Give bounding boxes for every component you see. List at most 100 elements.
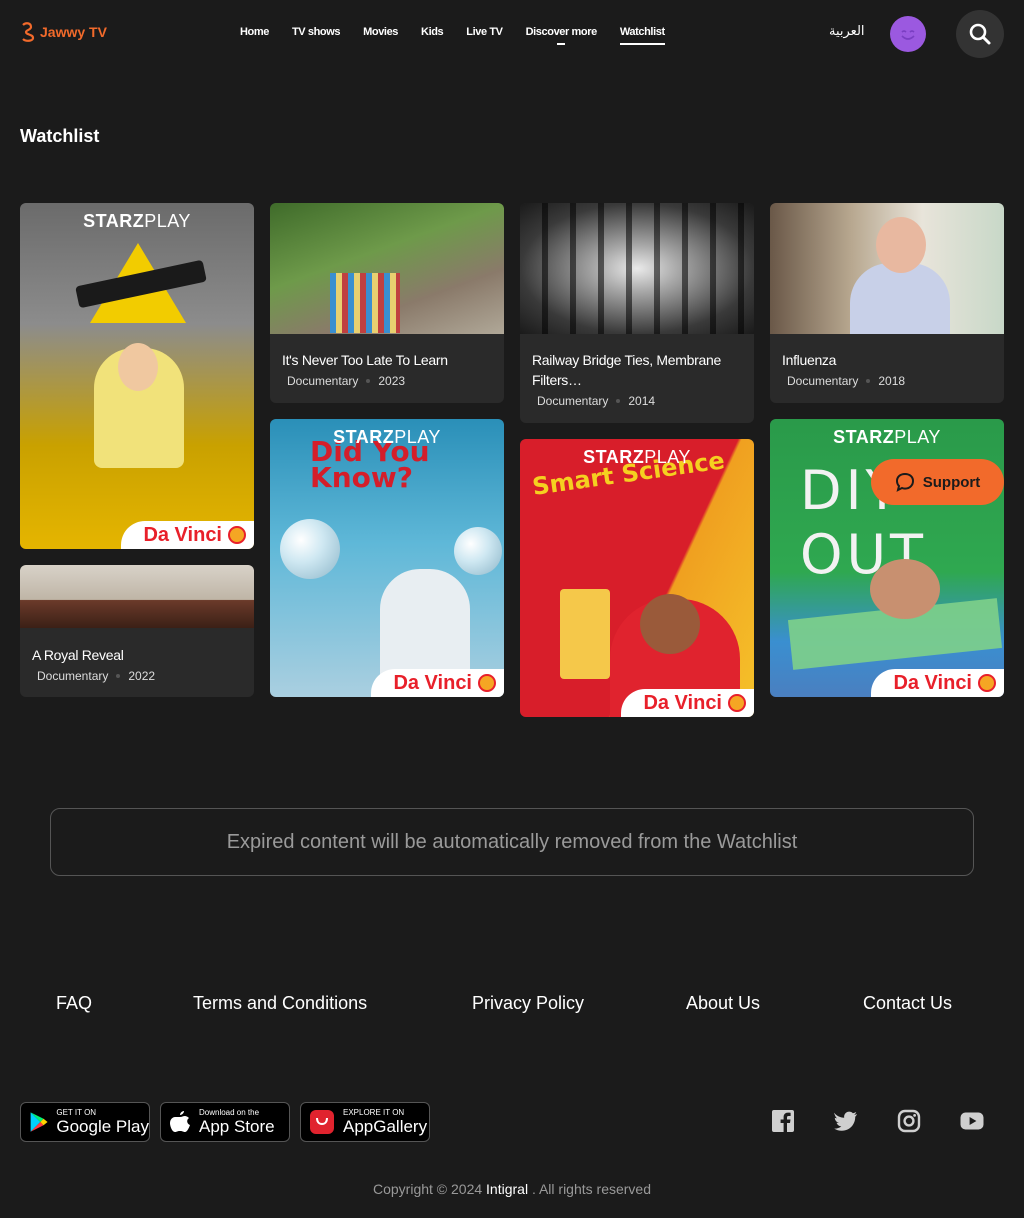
card-meta: Documentary 2014 [532, 394, 742, 408]
huawei-appgallery-icon [310, 1110, 334, 1134]
brand-play: PLAY [894, 427, 941, 447]
footer-link-contact[interactable]: Contact Us [863, 993, 952, 1014]
thumbnail-image [520, 203, 754, 334]
footer-link-terms[interactable]: Terms and Conditions [193, 993, 367, 1014]
watchlist-card-poster[interactable]: Smart Science STARZPLAY Da Vinci [520, 439, 754, 717]
watchlist-card[interactable]: Influenza Documentary 2018 [770, 203, 1004, 403]
poster-title: Did You Know? [310, 435, 430, 494]
poster-image: Did You Know? [270, 419, 504, 697]
support-button[interactable]: Support [871, 459, 1004, 505]
store-small-text: Download on the [199, 1108, 260, 1117]
app-gallery-text: EXPLORE IT ON AppGallery [343, 1108, 427, 1136]
badge-label: Da Vinci [143, 523, 222, 546]
card-genre: Documentary [787, 374, 859, 388]
smile-icon [901, 30, 915, 40]
app-store-text: Download on the App Store [199, 1108, 275, 1136]
watchlist-card[interactable]: It's Never Too Late To Learn Documentary… [270, 203, 504, 403]
copyright-prefix: Copyright © 2024 [372, 1181, 483, 1197]
thumbnail-image [770, 203, 1004, 334]
store-big-text: Google Play [56, 1117, 149, 1136]
meta-separator [366, 379, 371, 383]
watchlist-card[interactable]: Railway Bridge Ties, Membrane Filters… D… [520, 203, 754, 423]
davinci-badge: Da Vinci [871, 669, 1004, 697]
shell-icon [478, 674, 496, 692]
badge-label: Da Vinci [393, 671, 472, 694]
nav-movies[interactable]: Movies [363, 26, 398, 44]
watchlist-card-poster[interactable]: Did You Know? STARZPLAY Da Vinci [270, 419, 504, 697]
twitter-icon[interactable] [834, 1109, 858, 1133]
google-play-badge[interactable]: GET IT ON Google Play [20, 1102, 150, 1142]
shell-icon [228, 526, 246, 544]
card-info: A Royal Reveal Documentary 2022 [32, 645, 242, 683]
copyright-brand[interactable]: Intigral [486, 1181, 528, 1197]
card-year: 2014 [628, 394, 656, 408]
davinci-badge: Da Vinci [121, 521, 254, 549]
starzplay-logo: STARZPLAY [770, 427, 1004, 448]
card-meta: Documentary 2023 [282, 374, 492, 388]
davinci-badge: Da Vinci [621, 689, 754, 717]
chat-bubble-icon [895, 472, 914, 492]
copyright-suffix: . All rights reserved [531, 1181, 652, 1197]
footer-link-faq[interactable]: FAQ [56, 993, 92, 1014]
starzplay-logo: STARZPLAY [20, 211, 254, 232]
watchlist-card[interactable]: A Royal Reveal Documentary 2022 [20, 565, 254, 697]
card-title: A Royal Reveal [32, 647, 124, 663]
meta-separator [116, 674, 121, 678]
badge-label: Da Vinci [893, 671, 972, 694]
starzplay-logo: STARZPLAY [270, 427, 504, 448]
youtube-icon[interactable] [960, 1109, 984, 1133]
card-genre: Documentary [287, 374, 359, 388]
poster-image: Smart Science [520, 439, 754, 717]
watchlist-card-poster[interactable]: STARZPLAY Da Vinci [20, 203, 254, 549]
badge-label: Da Vinci [643, 691, 722, 714]
jawwy-logo-icon [22, 22, 35, 42]
brand-starz: STARZ [333, 427, 395, 447]
facebook-icon[interactable] [771, 1109, 795, 1133]
footer-link-privacy[interactable]: Privacy Policy [472, 993, 584, 1014]
thumbnail-image [20, 565, 254, 628]
card-year: 2023 [378, 374, 406, 388]
footer-link-about[interactable]: About Us [686, 993, 760, 1014]
logo-text: Jawwy TV [40, 24, 107, 40]
thumbnail-image [270, 203, 504, 334]
apple-icon [170, 1111, 190, 1132]
app-gallery-badge[interactable]: EXPLORE IT ON AppGallery [300, 1102, 430, 1142]
shell-icon [978, 674, 996, 692]
nav-kids[interactable]: Kids [421, 26, 444, 44]
search-button[interactable] [956, 10, 1004, 58]
footer-links: FAQ Terms and Conditions Privacy Policy … [56, 993, 956, 1017]
jawwy-logo[interactable]: Jawwy TV [20, 22, 107, 42]
app-store-badge[interactable]: Download on the App Store [160, 1102, 290, 1142]
copyright: Copyright © 2024 Intigral . All rights r… [0, 1181, 1024, 1197]
main-nav: Home TV shows Movies Kids Live TV Discov… [240, 26, 688, 45]
meta-separator [866, 379, 871, 383]
brand-starz: STARZ [83, 211, 145, 231]
meta-separator [616, 399, 621, 403]
google-play-icon [30, 1112, 48, 1132]
davinci-badge: Da Vinci [371, 669, 504, 697]
store-big-text: App Store [199, 1117, 275, 1136]
google-play-text: GET IT ON Google Play [56, 1108, 149, 1136]
card-meta: Documentary 2022 [32, 669, 242, 683]
brand-starz: STARZ [833, 427, 895, 447]
expired-notice: Expired content will be automatically re… [50, 808, 974, 876]
nav-discover-more[interactable]: Discover more [526, 26, 597, 45]
profile-avatar[interactable] [890, 16, 926, 52]
card-year: 2022 [128, 669, 156, 683]
card-info: Railway Bridge Ties, Membrane Filters… D… [532, 350, 742, 408]
language-switch[interactable]: العربية [829, 24, 865, 39]
nav-live-tv[interactable]: Live TV [466, 26, 503, 44]
brand-play: PLAY [394, 427, 441, 447]
nav-tv-shows[interactable]: TV shows [292, 26, 341, 44]
brand-play: PLAY [644, 447, 691, 467]
store-small-text: GET IT ON [56, 1108, 97, 1117]
store-small-text: EXPLORE IT ON [343, 1108, 405, 1117]
card-meta: Documentary 2018 [782, 374, 992, 388]
instagram-icon[interactable] [897, 1109, 921, 1133]
nav-home[interactable]: Home [240, 26, 269, 44]
card-genre: Documentary [537, 394, 609, 408]
poster-image [20, 203, 254, 549]
nav-watchlist[interactable]: Watchlist [619, 26, 665, 45]
card-year: 2018 [878, 374, 906, 388]
search-icon [969, 23, 991, 45]
